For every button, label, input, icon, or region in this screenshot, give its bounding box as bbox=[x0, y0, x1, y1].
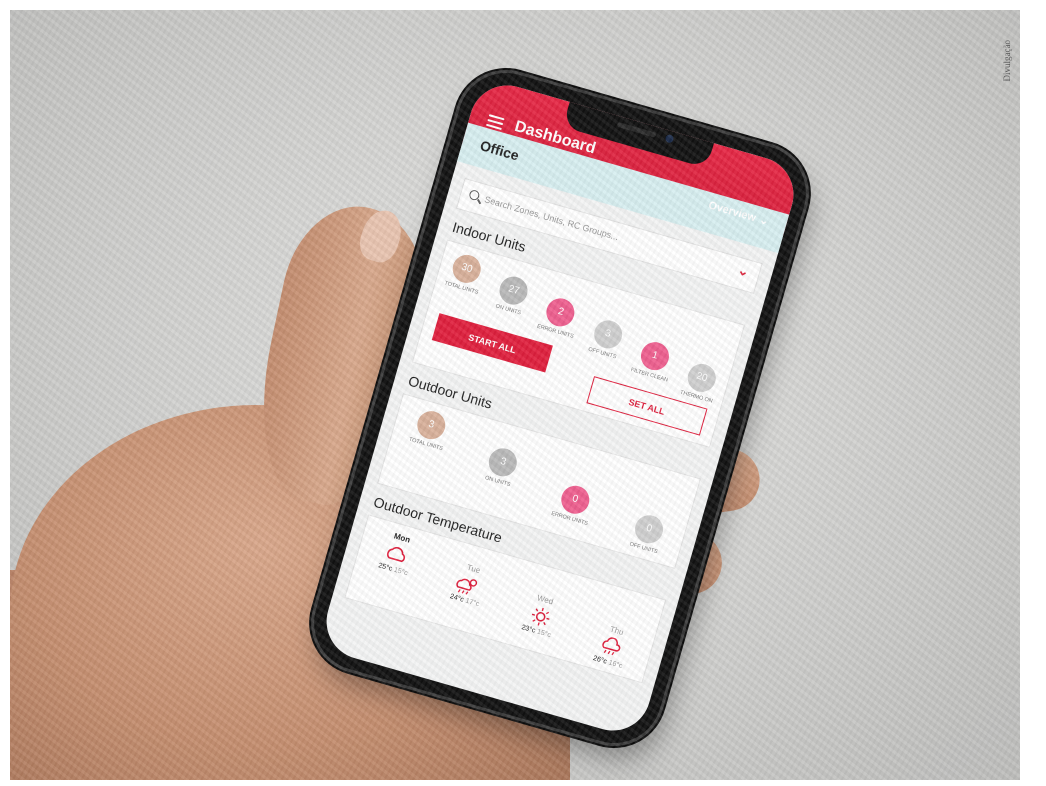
site-selector[interactable]: Office bbox=[478, 137, 521, 163]
context-bar: Office Overview⌄ bbox=[457, 122, 790, 254]
temperature-range: 25°c15°c bbox=[363, 558, 423, 581]
indoor-units-card: 30 TOTAL UNITS 27 ON UNITS 2 ERROR UNITS 3 OFF … bbox=[411, 239, 746, 448]
unit-count-badge: 0 bbox=[631, 511, 667, 547]
unit-stat[interactable]: 0 OFF UNITS bbox=[618, 509, 677, 559]
camera bbox=[664, 133, 675, 144]
indoor-units-row: 30 TOTAL UNITS 27 ON UNITS 2 ERROR UNITS 3 OFF … bbox=[430, 250, 736, 407]
forecast-row: Mon 25°c15°c Tue 24°c17°c Wed 23°c15°c Thu 26°c… bbox=[355, 525, 655, 674]
unit-count-badge: 30 bbox=[449, 251, 485, 287]
unit-label: TOTAL UNITS bbox=[443, 280, 479, 296]
set-all-button[interactable]: SET ALL bbox=[586, 376, 708, 436]
unit-label: TOTAL UNITS bbox=[408, 436, 444, 453]
cloudy-icon bbox=[387, 547, 406, 563]
search-input[interactable]: Search Zones, Units, RC Groups... ⌄ bbox=[455, 177, 763, 295]
overview-label: Overview bbox=[706, 199, 758, 225]
search-chevron-down-icon[interactable]: ⌄ bbox=[736, 262, 751, 280]
unit-label: ON UNITS bbox=[494, 303, 522, 317]
outdoor-units-row: 3 TOTAL UNITS 3 ON UNITS 0 ERROR UNITS 0 OFF UN… bbox=[390, 405, 688, 559]
unit-count-badge: 27 bbox=[496, 273, 532, 309]
temp-high: 24°c bbox=[449, 593, 465, 604]
chevron-down-icon: ⌄ bbox=[757, 213, 770, 228]
unit-stat[interactable]: 27 ON UNITS bbox=[479, 272, 537, 350]
temp-low: 15°c bbox=[536, 628, 552, 640]
search-icon bbox=[468, 188, 481, 202]
temperature-range: 24°c17°c bbox=[435, 589, 495, 612]
forecast-day: Mon 25°c15°c bbox=[355, 525, 432, 610]
forecast-day: Wed 23°c15°c bbox=[504, 587, 576, 653]
unit-count-badge: 3 bbox=[413, 407, 449, 443]
day-name: Thu bbox=[608, 624, 625, 638]
unit-label: OFF UNITS bbox=[628, 541, 659, 556]
thumb bbox=[240, 193, 440, 517]
phone-screen: Dashboard Office Overview⌄ Search Zones,… bbox=[317, 76, 803, 740]
hand-palm bbox=[10, 405, 570, 780]
day-name: Wed bbox=[536, 593, 555, 607]
page-title: Dashboard bbox=[512, 117, 598, 158]
sun-icon bbox=[531, 607, 550, 626]
temp-high: 23°c bbox=[520, 624, 537, 635]
temperature-range: 26°c16°c bbox=[578, 651, 638, 674]
unit-label: ERROR UNITS bbox=[536, 323, 575, 340]
unit-count-badge: 2 bbox=[543, 295, 579, 330]
hamburger-menu-icon[interactable] bbox=[485, 114, 505, 131]
unit-stat[interactable]: 20 THERMO ON bbox=[676, 359, 725, 407]
search-placeholder: Search Zones, Units, RC Groups... bbox=[483, 194, 620, 243]
notch bbox=[562, 99, 715, 169]
background-photo: Dashboard Office Overview⌄ Search Zones,… bbox=[10, 10, 1020, 780]
unit-count-badge: 3 bbox=[485, 445, 521, 480]
photo-credit: Divulgação bbox=[1002, 40, 1012, 82]
unit-stat[interactable]: 3 TOTAL UNITS bbox=[390, 405, 460, 494]
unit-label: THERMO ON bbox=[679, 389, 714, 405]
speaker bbox=[616, 121, 657, 138]
temp-low: 15°c bbox=[392, 566, 409, 578]
finger bbox=[564, 676, 636, 728]
temp-low: 16°c bbox=[607, 659, 624, 671]
indoor-units-title: Indoor Units bbox=[450, 218, 528, 255]
unit-count-badge: 20 bbox=[684, 360, 720, 396]
app-header: Dashboard bbox=[462, 76, 803, 236]
unit-stat[interactable]: 3 ON UNITS bbox=[466, 442, 531, 515]
unit-count-badge: 1 bbox=[637, 338, 673, 374]
indoor-actions: START ALL SET ALL bbox=[427, 313, 713, 436]
unit-stat[interactable]: 3 OFF UNITS bbox=[577, 315, 630, 378]
unit-label: ERROR UNITS bbox=[550, 510, 589, 528]
finger bbox=[599, 528, 725, 604]
outdoor-units-title: Outdoor Units bbox=[406, 372, 495, 412]
unit-stat[interactable]: 1 FILTER CLEAN bbox=[627, 337, 678, 392]
unit-label: ON UNITS bbox=[484, 475, 512, 489]
hand-wrist bbox=[10, 570, 250, 780]
unit-count-badge: 3 bbox=[590, 316, 626, 352]
unit-label: OFF UNITS bbox=[587, 346, 617, 361]
day-name: Tue bbox=[465, 562, 482, 576]
day-name: Mon bbox=[392, 531, 412, 545]
unit-stat[interactable]: 30 TOTAL UNITS bbox=[430, 250, 490, 336]
outdoor-temperature-title: Outdoor Temperature bbox=[371, 493, 504, 546]
temp-low: 17°c bbox=[464, 597, 481, 609]
temp-high: 26°c bbox=[592, 654, 608, 666]
forecast-day: Tue 24°c17°c bbox=[429, 556, 503, 631]
unit-stat[interactable]: 0 ERROR UNITS bbox=[542, 479, 603, 537]
rain-icon bbox=[602, 637, 621, 656]
unit-label: FILTER CLEAN bbox=[629, 367, 669, 384]
finger bbox=[606, 444, 764, 528]
sun-rain-icon bbox=[456, 578, 478, 595]
forecast-day: Thu 26°c16°c bbox=[578, 618, 647, 674]
unit-count-badge: 0 bbox=[557, 482, 593, 517]
temperature-range: 23°c15°c bbox=[506, 620, 566, 643]
temp-high: 25°c bbox=[377, 562, 393, 573]
start-all-button[interactable]: START ALL bbox=[431, 313, 553, 373]
phone: Dashboard Office Overview⌄ Search Zones,… bbox=[302, 61, 818, 755]
temperature-card: Mon 25°c15°c Tue 24°c17°c Wed 23°c15°c Thu 26°c… bbox=[344, 514, 667, 684]
thumbnail bbox=[354, 205, 408, 267]
outdoor-units-card: 3 TOTAL UNITS 3 ON UNITS 0 ERROR UNITS 0 OFF UN… bbox=[377, 393, 702, 569]
overview-dropdown[interactable]: Overview⌄ bbox=[707, 198, 770, 228]
unit-stat[interactable]: 2 ERROR UNITS bbox=[528, 294, 584, 365]
finger bbox=[578, 606, 672, 670]
